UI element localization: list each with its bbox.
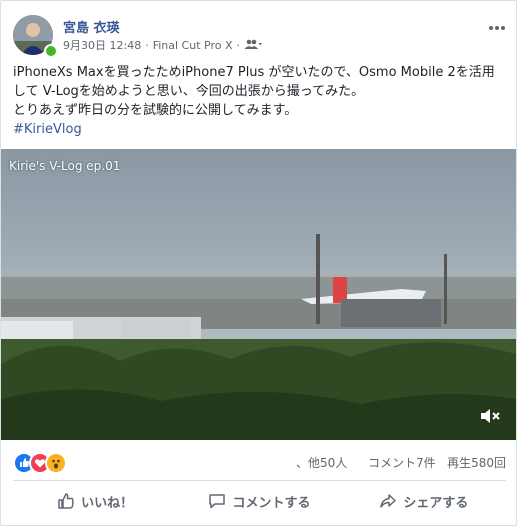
post-text: iPhoneXs Maxを買ったためiPhone7 Plus が空いたので、Os… [13, 63, 506, 139]
meta-separator: · [236, 38, 241, 52]
hashtag-link[interactable]: #KirieVlog [13, 122, 82, 137]
comment-label: コメントする [232, 495, 311, 511]
online-status-dot [44, 44, 58, 58]
more-options-button[interactable] [488, 15, 506, 36]
video-player[interactable]: Kirie's V-Log ep.01 [1, 149, 516, 440]
reaction-icons[interactable] [13, 452, 67, 474]
post-meta: 9月30日 12:48 · Final Cut Pro X · [63, 37, 262, 53]
meta-separator: · [145, 38, 149, 52]
action-bar: いいね！ コメントする シェアする [13, 485, 506, 517]
divider [13, 480, 506, 481]
post-text-line: iPhoneXs Maxを買ったためiPhone7 Plus が空いたので、Os… [13, 65, 495, 99]
reaction-count[interactable]: 、他50人 [296, 454, 347, 471]
engagement-counts: コメント7件 再生580回 [368, 454, 506, 471]
comment-button[interactable]: コメントする [177, 485, 341, 517]
video-frame [1, 149, 516, 440]
author-name[interactable]: 宮島 衣瑛 [63, 17, 120, 36]
post-header: 宮島 衣瑛 9月30日 12:48 · Final Cut Pro X · [13, 13, 506, 58]
post-stats: 、他50人 コメント7件 再生580回 [13, 449, 506, 474]
video-title: Kirie's V-Log ep.01 [9, 159, 121, 173]
comment-icon [209, 494, 226, 509]
audience-friends-icon[interactable] [244, 39, 262, 52]
share-icon [380, 494, 397, 508]
like-button[interactable]: いいね！ [13, 485, 177, 517]
like-label: いいね！ [81, 495, 134, 511]
app-name[interactable]: Final Cut Pro X [153, 39, 233, 52]
view-count: 再生580回 [447, 456, 506, 470]
comment-count[interactable]: コメント7件 [368, 456, 436, 470]
post-card: 宮島 衣瑛 9月30日 12:48 · Final Cut Pro X · iP… [0, 0, 517, 526]
mute-button[interactable] [478, 404, 502, 428]
share-label: シェアする [403, 495, 469, 511]
ellipsis-icon [489, 26, 505, 30]
speaker-muted-icon [481, 409, 500, 423]
post-date[interactable]: 9月30日 12:48 [63, 37, 141, 53]
share-button[interactable]: シェアする [342, 485, 506, 517]
post-text-line: とりあえず昨日の分を試験的に公開してみます。 [13, 103, 298, 118]
wow-reaction-icon [45, 452, 67, 474]
thumbs-up-icon [58, 493, 74, 509]
